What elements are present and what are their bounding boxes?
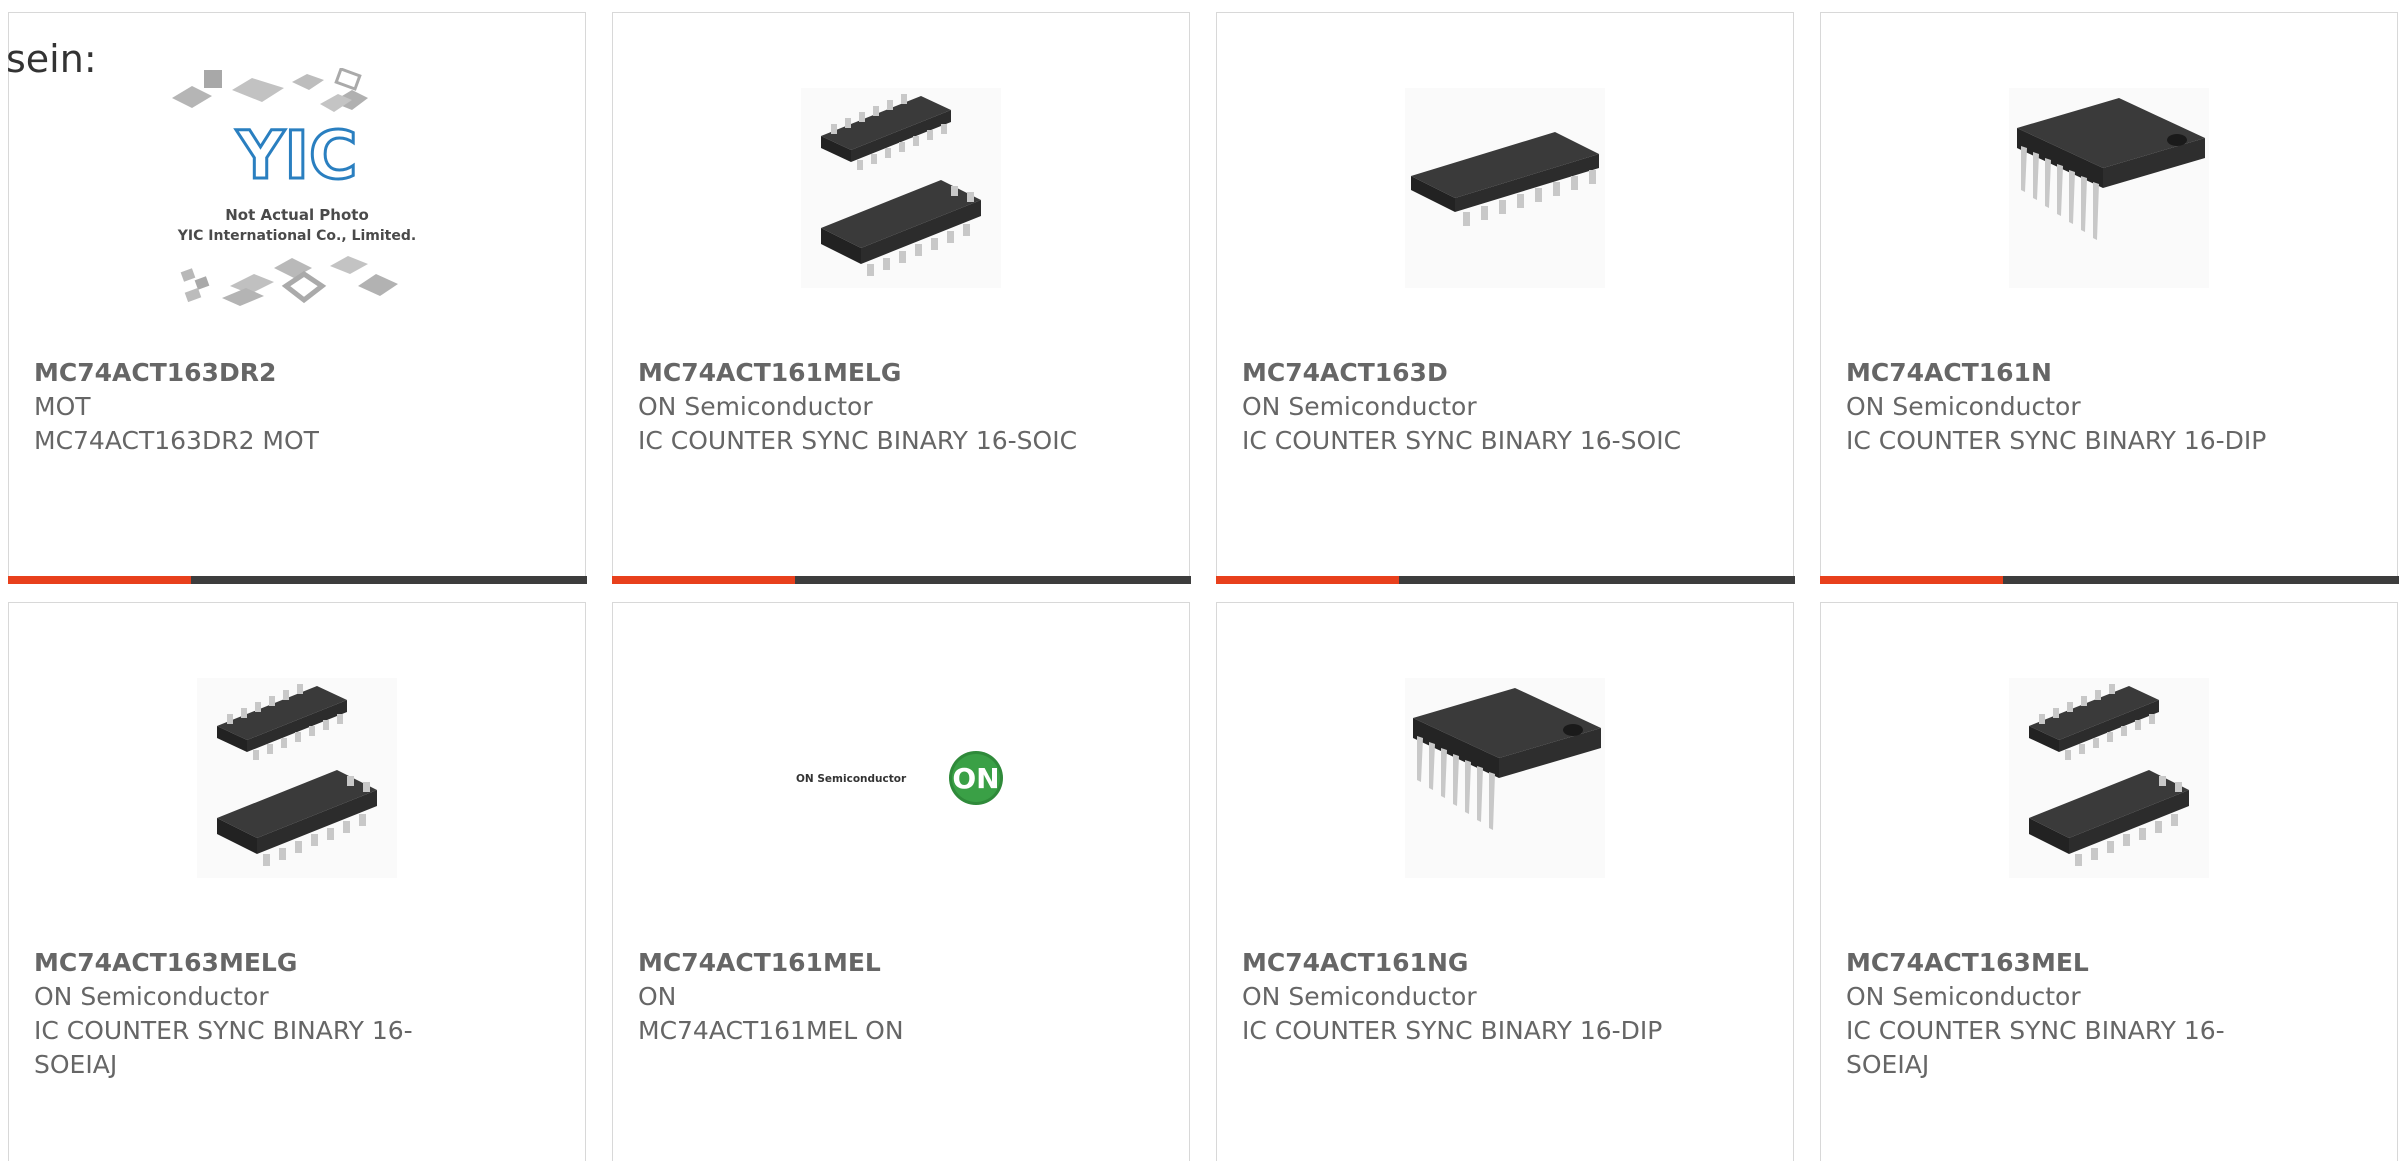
- product-description: MC74ACT161MEL ON: [638, 1016, 904, 1045]
- soic-package-pair-image: [801, 88, 1001, 288]
- svg-text:YIC: YIC: [236, 117, 358, 194]
- part-number[interactable]: MC74ACT161MELG: [638, 356, 1078, 390]
- product-card[interactable]: YIC Not Actual Photo YIC International C…: [7, 12, 587, 584]
- soic-package-pair-image: [2009, 678, 2209, 878]
- manufacturer: ON Semiconductor: [1846, 982, 2081, 1011]
- card-accent-bar: [1819, 575, 2003, 584]
- product-description: MC74ACT163DR2 MOT: [34, 426, 319, 455]
- product-card[interactable]: ON Semiconductor ON MC74ACT161MEL ON MC7…: [612, 602, 1190, 1161]
- product-card[interactable]: MC74ACT161N ON Semiconductor IC COUNTER …: [1819, 12, 2399, 584]
- product-description: IC COUNTER SYNC BINARY 16-SOEIAJ: [34, 1016, 413, 1079]
- product-info: MC74ACT163MEL ON Semiconductor IC COUNTE…: [1846, 946, 2286, 1082]
- manufacturer: ON Semiconductor: [1242, 982, 1477, 1011]
- intro-text: sein:: [6, 37, 97, 81]
- part-number[interactable]: MC74ACT163MELG: [34, 946, 474, 980]
- product-info: MC74ACT163D ON Semiconductor IC COUNTER …: [1242, 356, 1682, 458]
- card-bottom-bar: [1819, 575, 2399, 584]
- product-info: MC74ACT161NG ON Semiconductor IC COUNTER…: [1242, 946, 1682, 1048]
- manufacturer: ON Semiconductor: [638, 392, 873, 421]
- soic-package-pair-image: [197, 678, 397, 878]
- product-info: MC74ACT161MEL ON MC74ACT161MEL ON: [638, 946, 1078, 1048]
- product-card[interactable]: MC74ACT161NG ON Semiconductor IC COUNTER…: [1216, 602, 1794, 1161]
- product-image[interactable]: [1217, 671, 1793, 885]
- product-description: IC COUNTER SYNC BINARY 16-SOEIAJ: [1846, 1016, 2225, 1079]
- not-actual-photo-placeholder: YIC Not Actual Photo YIC International C…: [172, 68, 416, 306]
- product-card[interactable]: MC74ACT163D ON Semiconductor IC COUNTER …: [1215, 12, 1795, 584]
- part-number[interactable]: MC74ACT163D: [1242, 356, 1682, 390]
- svg-text:ON: ON: [952, 762, 999, 795]
- product-card[interactable]: MC74ACT163MELG ON Semiconductor IC COUNT…: [8, 602, 586, 1161]
- product-card[interactable]: MC74ACT163MEL ON Semiconductor IC COUNTE…: [1820, 602, 2398, 1161]
- svg-text:ON Semiconductor: ON Semiconductor: [796, 773, 907, 785]
- card-accent-bar: [1215, 575, 1399, 584]
- product-description: IC COUNTER SYNC BINARY 16-DIP: [1242, 1016, 1663, 1045]
- card-bottom-bar: [1215, 575, 1795, 584]
- part-number[interactable]: MC74ACT161NG: [1242, 946, 1682, 980]
- part-number[interactable]: MC74ACT161MEL: [638, 946, 1078, 980]
- manufacturer: ON Semiconductor: [34, 982, 269, 1011]
- on-semiconductor-logo: ON Semiconductor ON: [796, 751, 1003, 805]
- svg-text:Not Actual Photo: Not Actual Photo: [225, 206, 369, 224]
- part-number[interactable]: MC74ACT163DR2: [34, 356, 474, 390]
- product-description: IC COUNTER SYNC BINARY 16-DIP: [1846, 426, 2267, 455]
- product-image[interactable]: [613, 81, 1189, 295]
- manufacturer: MOT: [34, 392, 91, 421]
- part-number[interactable]: MC74ACT163MEL: [1846, 946, 2286, 980]
- product-image[interactable]: ON Semiconductor ON: [613, 671, 1189, 885]
- product-description: IC COUNTER SYNC BINARY 16-SOIC: [1242, 426, 1682, 455]
- card-bottom-bar: [7, 575, 587, 584]
- part-number[interactable]: MC74ACT161N: [1846, 356, 2286, 390]
- card-bottom-bar: [611, 575, 1191, 584]
- product-image[interactable]: YIC Not Actual Photo YIC International C…: [9, 68, 585, 306]
- manufacturer: ON Semiconductor: [1846, 392, 2081, 421]
- product-card[interactable]: MC74ACT161MELG ON Semiconductor IC COUNT…: [611, 12, 1191, 584]
- product-info: MC74ACT161N ON Semiconductor IC COUNTER …: [1846, 356, 2286, 458]
- product-info: MC74ACT163MELG ON Semiconductor IC COUNT…: [34, 946, 474, 1082]
- product-info: MC74ACT161MELG ON Semiconductor IC COUNT…: [638, 356, 1078, 458]
- product-image[interactable]: [1217, 81, 1793, 295]
- product-image[interactable]: [1821, 81, 2397, 295]
- dip-package-image: [2009, 88, 2209, 288]
- product-description: IC COUNTER SYNC BINARY 16-SOIC: [638, 426, 1078, 455]
- dip-package-image: [1405, 678, 1605, 878]
- card-accent-bar: [611, 575, 795, 584]
- product-grid: sein: YIC Not Actual Photo YIC Internati…: [0, 0, 2400, 1161]
- product-image[interactable]: [9, 671, 585, 885]
- product-image[interactable]: [1821, 671, 2397, 885]
- card-accent-bar: [7, 575, 191, 584]
- svg-text:YIC International Co., Limited: YIC International Co., Limited.: [177, 228, 416, 244]
- soic-package-image: [1405, 88, 1605, 288]
- manufacturer: ON Semiconductor: [1242, 392, 1477, 421]
- manufacturer: ON: [638, 982, 677, 1011]
- product-info: MC74ACT163DR2 MOT MC74ACT163DR2 MOT: [34, 356, 474, 458]
